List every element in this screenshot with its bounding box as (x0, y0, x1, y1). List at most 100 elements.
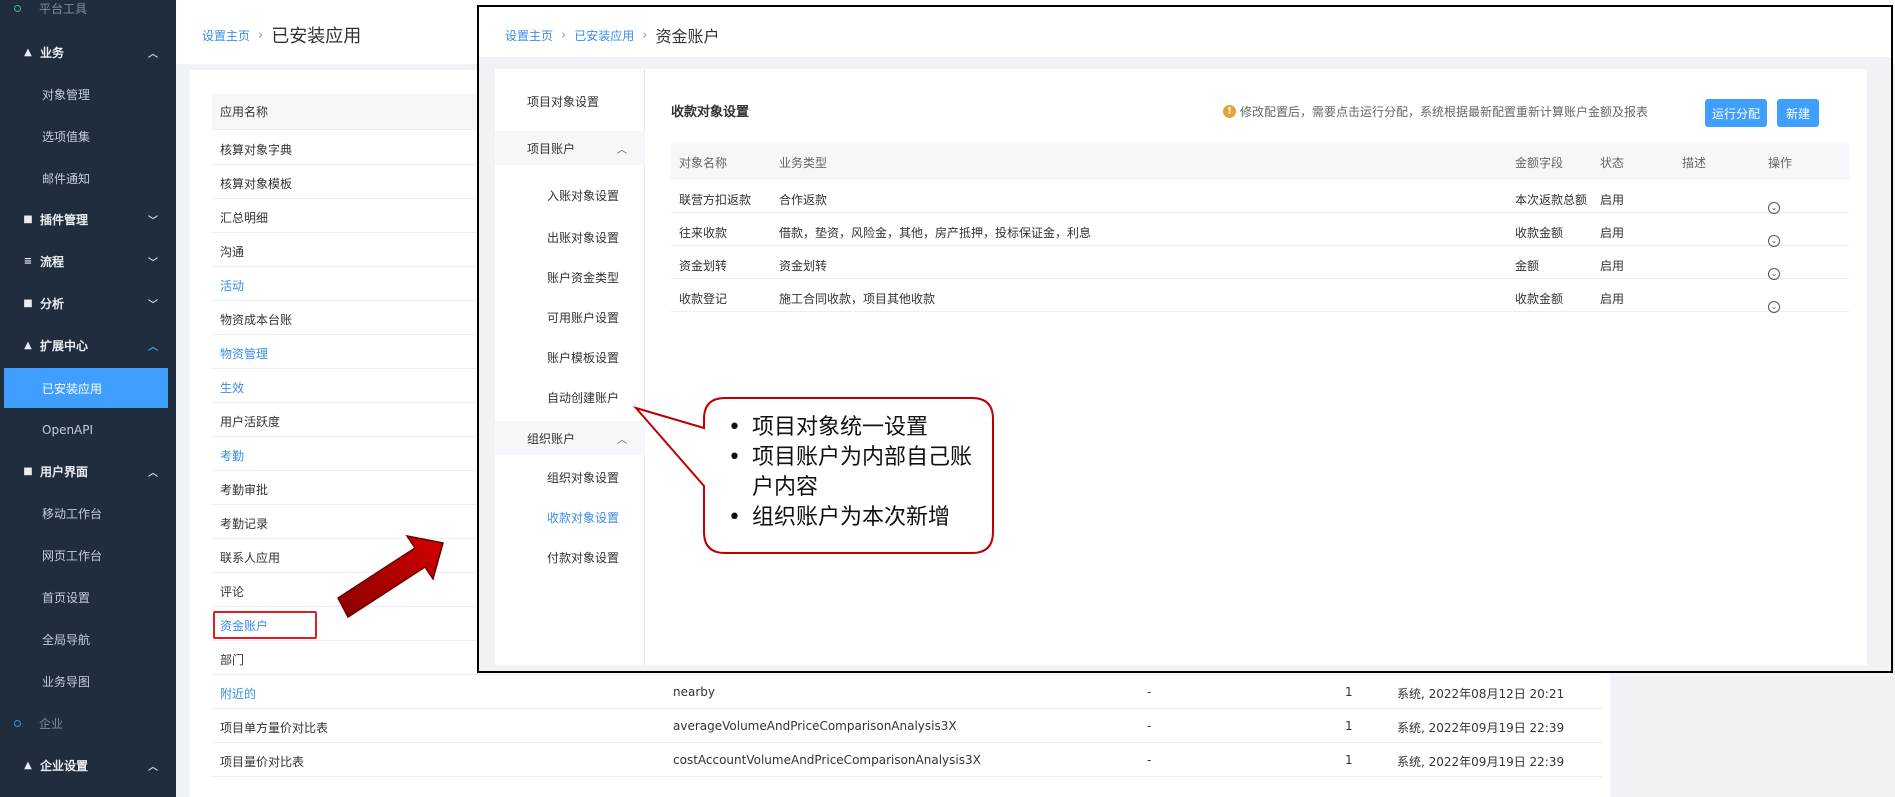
grid-icon: ■ (23, 465, 33, 477)
sidebar-group-plugins[interactable]: ■ 插件管理 ﹀ (0, 199, 176, 239)
app-version: 1 (1345, 719, 1353, 733)
sidebar-section-label: 企业 (39, 716, 64, 731)
grid-icon: ■ (23, 213, 33, 225)
app-code: nearby (673, 685, 715, 699)
nav-item-label: 账户资金类型 (547, 270, 620, 285)
page-title: 已安装应用 (271, 26, 362, 47)
app-name[interactable]: 物资管理 (220, 345, 268, 362)
app-name: 评论 (220, 585, 245, 599)
chevron-right-icon: › (258, 27, 264, 43)
nav-item-label: 组织对象设置 (547, 470, 620, 485)
chevron-up-icon: ︿ (617, 144, 627, 156)
chevron-up-icon: ︿ (148, 761, 158, 773)
overlay-body: 项目对象设置 项目账户 ︿ 入账对象设置 出账对象设置 账户资金类型 可用账户设置 账户模板设… (479, 57, 1891, 671)
sidebar-group-enterprise-settings[interactable]: ▲ 企业设置 ︿ (0, 745, 176, 785)
sidebar-group-label: 扩展中心 (40, 338, 89, 353)
sidebar: 平台工具 ▲ 业务 ︿ 对象管理 选项值集 邮件通知 ■ 插件管理 ﹀ ≡ 流程… (0, 0, 176, 797)
sidebar-item-web-workbench[interactable]: 网页工作台 (0, 535, 176, 575)
object-name: 收款登记 (679, 292, 728, 306)
new-button[interactable]: 新建 (1777, 99, 1819, 127)
nav-item-label: 入账对象设置 (547, 188, 620, 203)
app-name[interactable]: 考勤 (220, 447, 244, 464)
sidebar-item-email[interactable]: 邮件通知 (0, 158, 176, 198)
sidebar-section-enterprise: 企业 (0, 703, 176, 743)
app-name: 联系人应用 (220, 551, 281, 565)
sidebar-group-business[interactable]: ▲ 业务 ︿ (0, 32, 176, 72)
sidebar-item-object-management[interactable]: 对象管理 (0, 74, 176, 114)
nav-item[interactable]: 付款对象设置 (495, 533, 645, 581)
table-row[interactable]: 项目单方量价对比表 averageVolumeAndPriceComparison… (212, 709, 1602, 743)
app-name[interactable]: 活动 (220, 277, 244, 294)
sidebar-group-extensions[interactable]: ▲ 扩展中心 ︿ (0, 325, 176, 365)
briefcase-icon: ▲ (24, 46, 32, 58)
column-header-field: 金额字段 (1515, 156, 1564, 170)
table-row: 联营方扣返款 合作返款 本次返款总额 启用 ⌄ (671, 180, 1849, 214)
nav-item-label: 出账对象设置 (547, 230, 620, 245)
business-type: 借款，垫资，风险金，其他，房产抵押，投标保证金，利息 (779, 226, 1092, 240)
sidebar-item-global-nav[interactable]: 全局导航 (0, 619, 176, 659)
sidebar-group-label: 插件管理 (40, 212, 89, 227)
run-allocation-button[interactable]: 运行分配 (1705, 99, 1767, 127)
breadcrumb-home-link[interactable]: 设置主页 (505, 27, 553, 44)
object-name: 资金划转 (679, 259, 728, 273)
nav-item-label: 账户模板设置 (547, 350, 620, 365)
dot-icon (14, 4, 21, 12)
app-name: 核算对象模板 (220, 177, 293, 191)
column-header-state: 状态 (1600, 156, 1625, 170)
callout-bullet: 组织账户为本次新增 (722, 503, 992, 533)
sidebar-item-openapi[interactable]: OpenAPI (0, 410, 176, 450)
breadcrumb: 设置主页 › 已安装应用 (202, 22, 361, 48)
column-header-desc: 描述 (1682, 156, 1707, 170)
chevron-up-icon: ︿ (148, 341, 158, 353)
nav-item[interactable]: 入账对象设置 (495, 171, 645, 219)
sidebar-item-installed-apps[interactable]: 已安装应用 (4, 368, 168, 408)
business-type: 施工合同收款，项目其他收款 (779, 292, 936, 306)
app-name: 部门 (220, 653, 245, 667)
app-name: 项目量价对比表 (220, 755, 305, 769)
app-placeholder: - (1147, 685, 1152, 699)
sidebar-group-ui[interactable]: ■ 用户界面 ︿ (0, 451, 176, 491)
app-name: 考勤记录 (220, 517, 269, 531)
amount-field: 金额 (1515, 259, 1540, 273)
callout-text: 项目对象统一设置项目账户为内部自己账户内容组织账户为本次新增 (722, 413, 992, 533)
nav-item[interactable]: 项目对象设置 (495, 77, 645, 125)
building-icon: ▲ (24, 759, 32, 771)
breadcrumb-home-link[interactable]: 设置主页 (202, 27, 250, 44)
app-name[interactable]: 附近的 (220, 685, 256, 702)
settings-nav: 项目对象设置 项目账户 ︿ 入账对象设置 出账对象设置 账户资金类型 可用账户设置 账户模板设… (495, 69, 645, 665)
chevron-down-circle-icon[interactable]: ⌄ (1768, 301, 1780, 313)
fund-account-overlay: 设置主页 › 已安装应用 › 资金账户 项目对象设置项目账户 ︿ 入账对象设置 出账对… (477, 5, 1893, 673)
app-version: 1 (1345, 753, 1353, 767)
nav-item-label: 收款对象设置 (547, 510, 620, 525)
app-name: 项目单方量价对比表 (220, 721, 329, 735)
sidebar-item-business-map[interactable]: 业务导图 (0, 661, 176, 701)
overlay-header: 设置主页 › 已安装应用 › 资金账户 (479, 7, 1891, 57)
nav-item[interactable]: 组织账户 ︿ (495, 421, 645, 455)
screenshot-root: 平台工具 ▲ 业务 ︿ 对象管理 选项值集 邮件通知 ■ 插件管理 ﹀ ≡ 流程… (0, 0, 1895, 797)
amount-field: 收款金额 (1515, 292, 1564, 306)
status-text: 启用 (1600, 259, 1625, 273)
chevron-down-icon: ﹀ (148, 257, 158, 269)
status-text: 启用 (1600, 292, 1625, 306)
chevron-up-icon: ︿ (148, 48, 158, 60)
sidebar-group-label: 用户界面 (40, 464, 89, 479)
sidebar-item-label: 对象管理 (42, 87, 91, 102)
sidebar-group-flow[interactable]: ≡ 流程 ﹀ (0, 241, 176, 281)
nav-item[interactable]: 自动创建账户 (495, 373, 645, 421)
nav-item[interactable]: 项目账户 ︿ (495, 131, 645, 165)
panel-title: 收款对象设置 (671, 105, 750, 120)
sidebar-group-analysis[interactable]: ■ 分析 ﹀ (0, 283, 176, 323)
breadcrumb-installed-apps-link[interactable]: 已安装应用 (574, 27, 634, 44)
chevron-up-icon: ︿ (617, 434, 627, 446)
amount-field: 本次返款总额 (1515, 193, 1588, 207)
table-row[interactable]: 附近的 nearby - 1 系统, 2022年08月12日 20:21 (212, 675, 1602, 709)
business-type: 资金划转 (779, 259, 828, 273)
app-name[interactable]: 生效 (220, 379, 244, 396)
sidebar-item-option-sets[interactable]: 选项值集 (0, 116, 176, 156)
sidebar-item-mobile-workbench[interactable]: 移动工作台 (0, 493, 176, 533)
warning-icon: ! (1223, 105, 1236, 118)
chevron-right-icon: › (642, 27, 648, 43)
column-header-name: 对象名称 (679, 156, 728, 170)
sidebar-item-home-settings[interactable]: 首页设置 (0, 577, 176, 617)
table-row[interactable]: 项目量价对比表 costAccountVolumeAndPriceComparis… (212, 743, 1602, 777)
